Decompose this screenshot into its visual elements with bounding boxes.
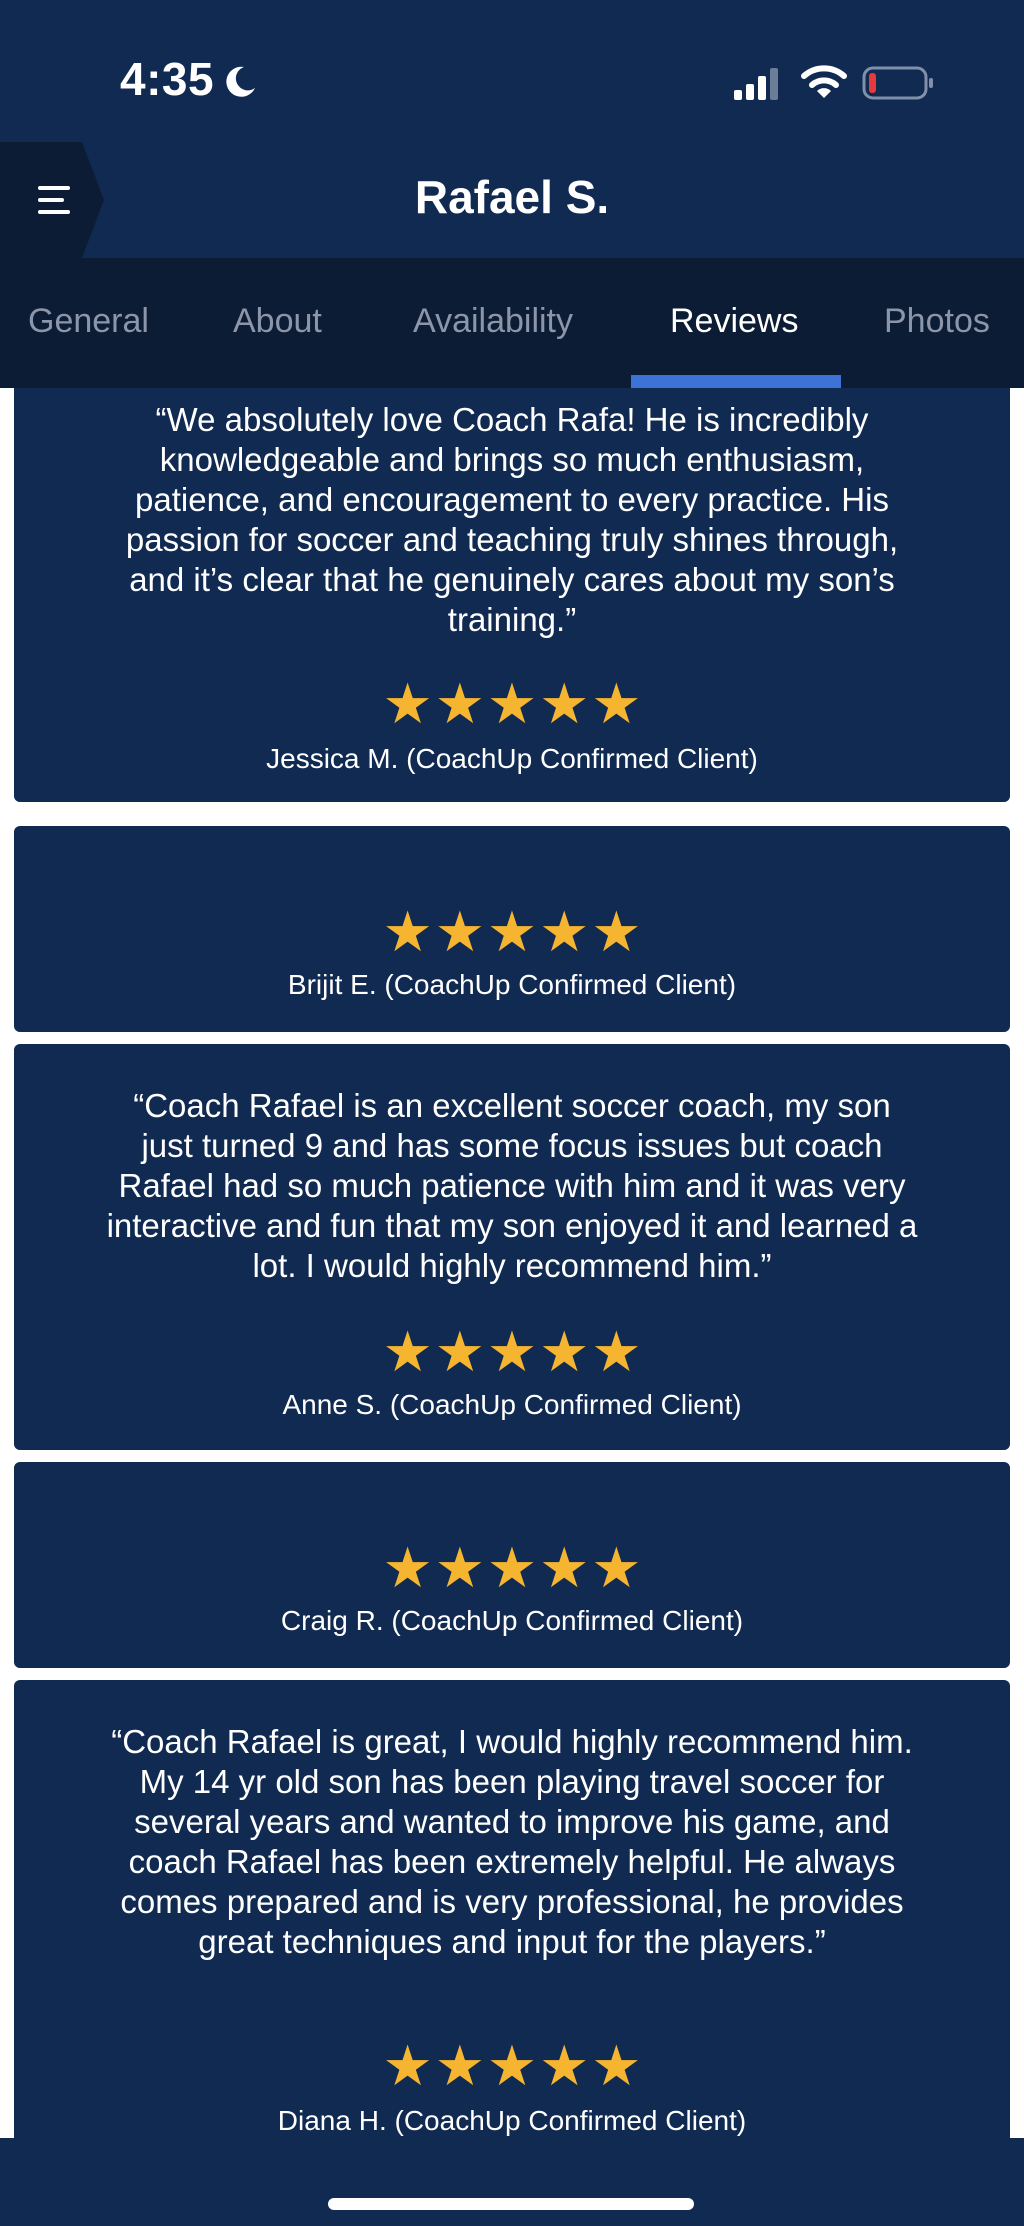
tab-availability[interactable]: Availability bbox=[413, 302, 573, 341]
star-icon: ★ bbox=[539, 900, 590, 963]
review-card: ★★★★★ Craig R. (CoachUp Confirmed Client… bbox=[14, 1462, 1010, 1668]
review-card: “Coach Rafael is an excellent soccer coa… bbox=[14, 1044, 1010, 1450]
home-bar-area bbox=[0, 2138, 1024, 2226]
status-bar: 4:35 bbox=[0, 0, 1024, 142]
reviews-list[interactable]: “We absolutely love Coach Rafa! He is in… bbox=[0, 388, 1024, 2138]
review-author: Anne S. (CoachUp Confirmed Client) bbox=[282, 1389, 742, 1420]
wifi-icon bbox=[801, 65, 847, 98]
status-time: 4:35 bbox=[120, 53, 215, 105]
star-icon: ★ bbox=[486, 1536, 538, 1599]
star-icon: ★ bbox=[539, 1320, 590, 1383]
app-header: Rafael S. bbox=[0, 142, 1024, 258]
home-indicator[interactable] bbox=[328, 2198, 694, 2210]
tab-photos[interactable]: Photos bbox=[884, 302, 990, 341]
star-rating: ★★★★★ bbox=[14, 1540, 1010, 1596]
star-icon: ★ bbox=[434, 1536, 485, 1599]
star-icon: ★ bbox=[486, 672, 538, 735]
star-icon: ★ bbox=[434, 672, 485, 735]
review-author: Brijit E. (CoachUp Confirmed Client) bbox=[287, 969, 737, 1000]
review-card: “Coach Rafael is great, I would highly r… bbox=[14, 1680, 1010, 2138]
star-icon: ★ bbox=[486, 1320, 538, 1383]
battery-icon bbox=[862, 66, 933, 100]
star-icon: ★ bbox=[382, 2034, 433, 2097]
tab-reviews[interactable]: Reviews bbox=[670, 302, 798, 341]
review-card: “We absolutely love Coach Rafa! He is in… bbox=[14, 388, 1010, 802]
star-icon: ★ bbox=[591, 1320, 642, 1383]
review-text: “We absolutely love Coach Rafa! He is in… bbox=[125, 401, 899, 638]
star-icon: ★ bbox=[486, 900, 538, 963]
star-icon: ★ bbox=[434, 1320, 485, 1383]
page-title: Rafael S. bbox=[414, 171, 610, 223]
star-rating: ★★★★★ bbox=[14, 904, 1010, 960]
review-text: “Coach Rafael is an excellent soccer coa… bbox=[106, 1087, 918, 1284]
star-rating: ★★★★★ bbox=[14, 1324, 1010, 1380]
star-icon: ★ bbox=[539, 672, 590, 735]
star-rating: ★★★★★ bbox=[14, 2038, 1010, 2094]
star-icon: ★ bbox=[382, 1536, 433, 1599]
star-icon: ★ bbox=[591, 1536, 642, 1599]
star-icon: ★ bbox=[486, 2034, 538, 2097]
review-text: “Coach Rafael is great, I would highly r… bbox=[111, 1723, 913, 1960]
star-icon: ★ bbox=[539, 2034, 590, 2097]
star-icon: ★ bbox=[539, 1536, 590, 1599]
star-icon: ★ bbox=[591, 2034, 642, 2097]
review-card: ★★★★★ Brijit E. (CoachUp Confirmed Clien… bbox=[14, 826, 1010, 1032]
star-icon: ★ bbox=[382, 900, 433, 963]
review-author: Diana H. (CoachUp Confirmed Client) bbox=[277, 2105, 747, 2136]
star-icon: ★ bbox=[434, 2034, 485, 2097]
star-rating: ★★★★★ bbox=[14, 676, 1010, 732]
star-icon: ★ bbox=[591, 900, 642, 963]
tab-about[interactable]: About bbox=[233, 302, 322, 341]
star-icon: ★ bbox=[382, 672, 433, 735]
active-tab-indicator bbox=[631, 375, 841, 388]
star-icon: ★ bbox=[591, 672, 642, 735]
star-icon: ★ bbox=[434, 900, 485, 963]
review-author: Craig R. (CoachUp Confirmed Client) bbox=[280, 1605, 744, 1636]
moon-icon bbox=[226, 66, 255, 97]
star-icon: ★ bbox=[382, 1320, 433, 1383]
tab-general[interactable]: General bbox=[28, 302, 149, 341]
tab-bar: General About Availability Reviews Photo… bbox=[0, 258, 1024, 388]
cellular-signal-icon bbox=[734, 68, 778, 100]
review-author: Jessica M. (CoachUp Confirmed Client) bbox=[266, 743, 758, 774]
